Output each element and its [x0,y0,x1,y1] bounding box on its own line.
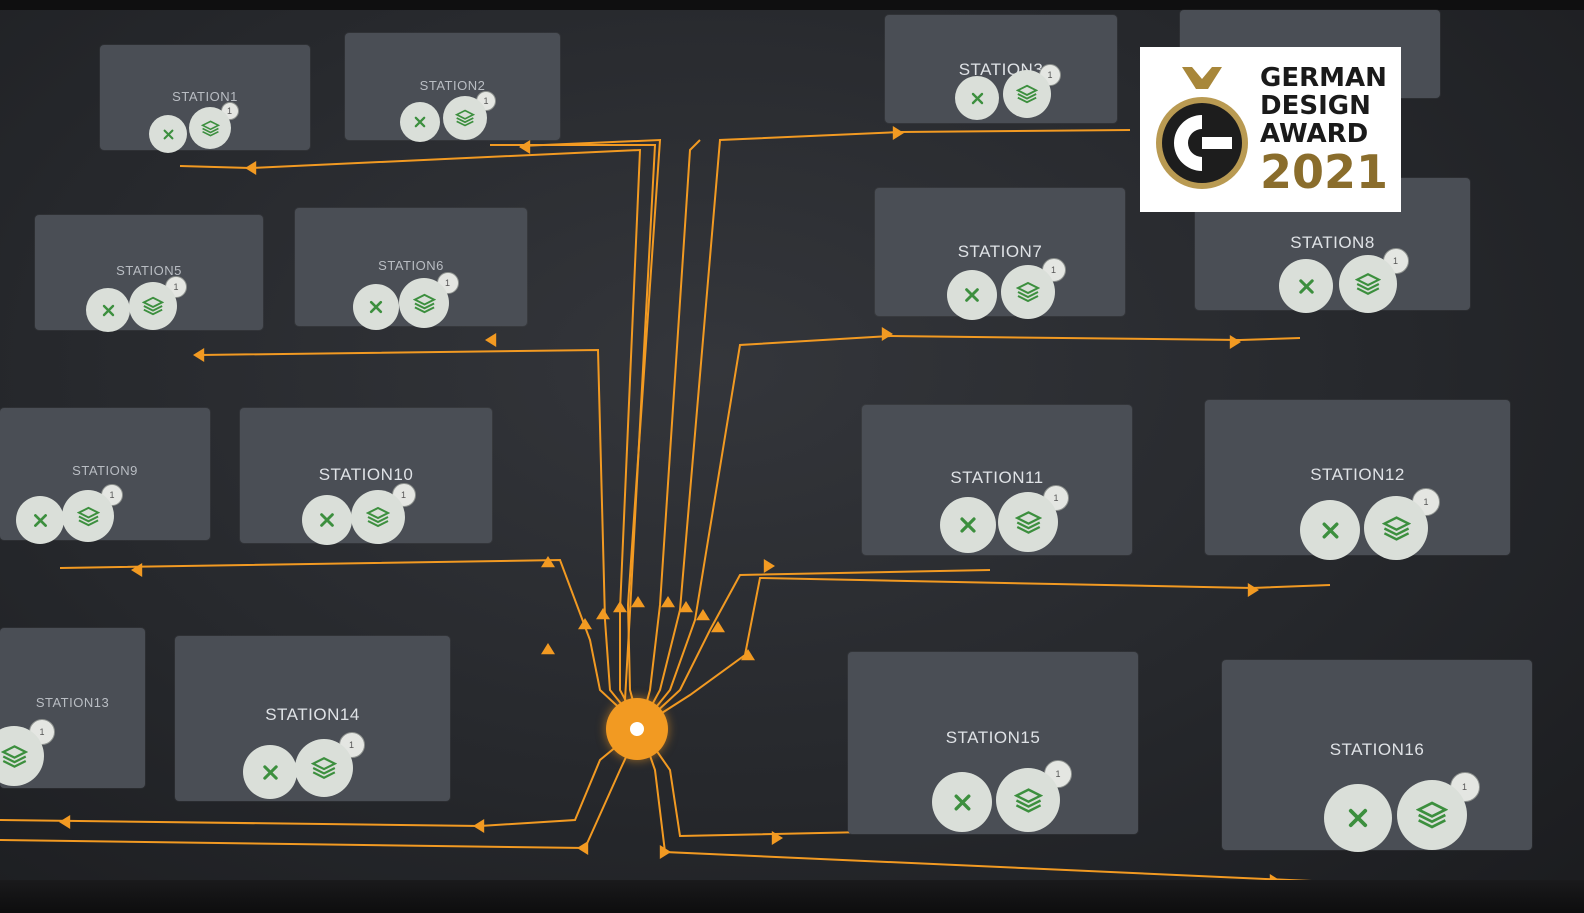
station-label: STATION9 [72,463,138,479]
german-design-award-logo: GERMAN DESIGN AWARD 2021 [1140,47,1401,212]
close-icon [1297,277,1316,296]
layers-icon [1416,799,1448,831]
station-label: STATION10 [318,464,414,484]
layers-icon [1381,514,1411,543]
station-label: STATION2 [419,77,486,93]
close-icon [958,515,978,535]
station-label: STATION13 [35,695,110,711]
station-9-close-button[interactable] [16,496,64,544]
station-label: STATION7 [957,241,1043,261]
station-tile-11[interactable]: STATION11 [862,405,1132,555]
station-14-layers-button[interactable] [295,739,353,797]
station-label: STATION14 [265,705,360,725]
station-16-layers-button[interactable] [1397,780,1467,850]
station-10-close-button[interactable] [302,495,352,545]
award-year: 2021 [1260,145,1389,199]
station-label: STATION16 [1329,739,1425,759]
close-icon [368,299,384,315]
station-11-layers-button[interactable] [998,492,1058,552]
close-icon [101,303,116,318]
station-label: STATION8 [1290,233,1375,253]
station-7-close-button[interactable] [947,270,997,320]
close-icon [318,511,336,529]
layers-icon [1013,786,1043,815]
station-label: STATION6 [378,257,444,273]
station-tile-7[interactable]: STATION7 [875,188,1125,316]
station-2-close-button[interactable] [400,102,440,142]
close-icon [963,286,981,304]
station-14-close-button[interactable] [243,745,297,799]
station-label: STATION12 [1310,465,1405,485]
close-icon [261,763,280,782]
device-bezel-bottom [0,880,1584,913]
layers-icon [76,505,100,528]
station-label: STATION3 [958,60,1044,80]
station-label: STATION15 [945,728,1041,748]
station-10-layers-button[interactable] [351,490,405,544]
station-12-layers-button[interactable] [1364,496,1428,560]
layers-icon [0,743,28,770]
layers-icon [311,755,337,781]
station-11-close-button[interactable] [940,497,996,553]
station-label: STATION1 [172,89,238,105]
layers-icon [366,505,390,529]
award-line-german: GERMAN [1260,63,1387,93]
station-12-close-button[interactable] [1300,500,1360,560]
station-6-layers-button[interactable] [399,278,449,328]
close-icon [162,128,175,141]
station-tile-3[interactable]: STATION3 [885,15,1117,123]
station-15-layers-button[interactable] [996,768,1060,832]
station-5-close-button[interactable] [86,288,130,332]
station-6-close-button[interactable] [353,284,399,330]
station-label: STATION11 [950,468,1044,487]
hub-center-dot [630,722,644,736]
close-icon [970,91,985,106]
station-label: STATION5 [116,263,182,279]
station-8-close-button[interactable] [1279,259,1333,313]
station-8-layers-button[interactable] [1339,255,1397,313]
layers-icon [1355,271,1381,297]
award-line-design: DESIGN [1260,91,1371,121]
station-1-close-button[interactable] [149,115,187,153]
layers-icon [200,119,220,138]
station-9-layers-button[interactable] [62,490,114,542]
close-icon [1346,806,1370,830]
station-tile-15[interactable]: STATION15 [848,652,1138,834]
station-5-layers-button[interactable] [129,282,177,330]
station-3-close-button[interactable] [955,76,999,120]
close-icon [413,115,427,129]
close-icon [952,792,973,813]
layers-icon [1014,509,1042,536]
station-16-close-button[interactable] [1324,784,1392,852]
station-15-close-button[interactable] [932,772,992,832]
layers-icon [142,295,164,317]
layers-icon [412,292,436,315]
close-icon [1320,520,1341,541]
award-line-award: AWARD [1260,119,1369,149]
device-bezel-top [0,0,1584,10]
station-7-layers-button[interactable] [1001,265,1055,319]
station-2-layers-button[interactable] [443,96,487,140]
layers-icon [455,108,475,128]
layers-icon [1016,83,1038,105]
close-icon [32,512,49,529]
award-medal-icon [1156,67,1248,189]
hub-node[interactable] [606,698,668,760]
station-1-layers-button[interactable] [189,107,231,149]
layers-icon [1016,280,1040,304]
station-3-layers-button[interactable] [1003,70,1051,118]
